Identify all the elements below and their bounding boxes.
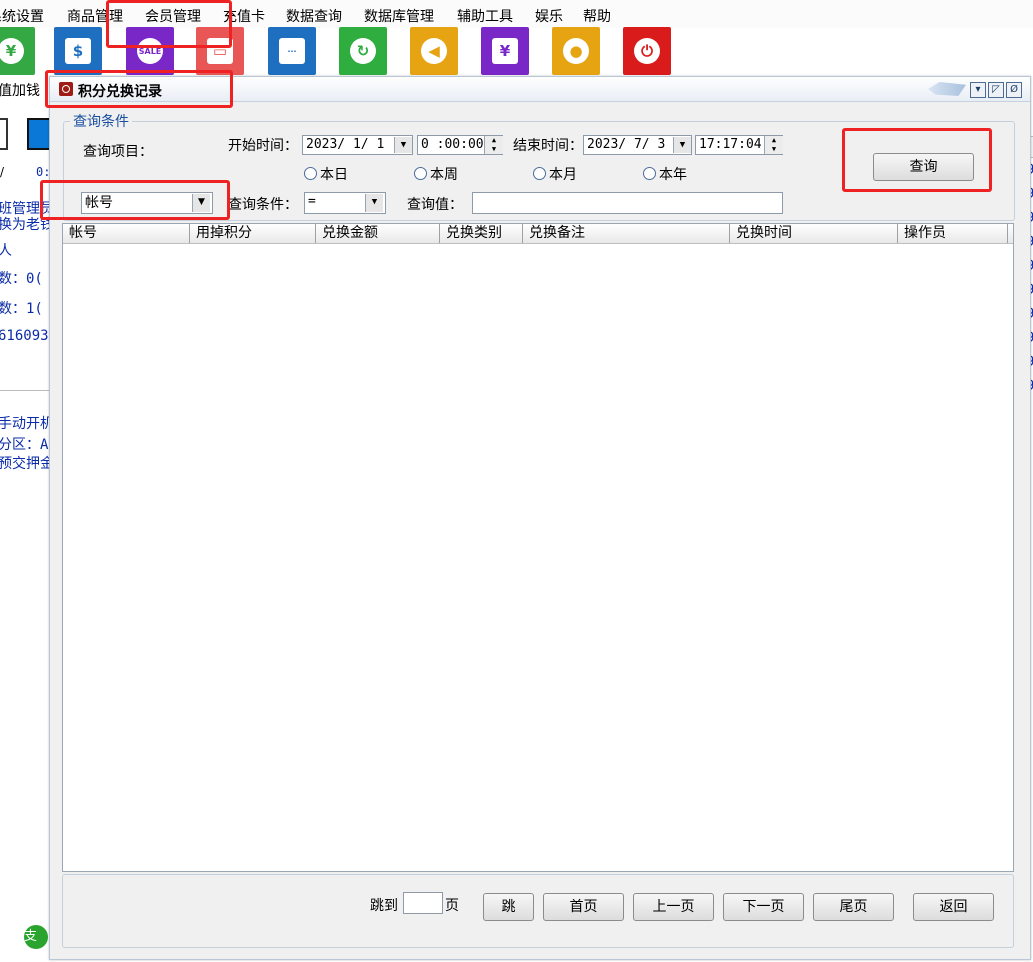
left-info-line: 预交押金 bbox=[0, 456, 54, 472]
left-col-marker: / bbox=[0, 165, 5, 179]
left-info-line: 人 bbox=[0, 243, 12, 259]
left-divider bbox=[0, 390, 49, 391]
pc-icon bbox=[0, 118, 8, 150]
query-conditions-legend: 查询条件 bbox=[73, 114, 129, 130]
end-time-spinner[interactable]: 17:17:04 ▲ ▼ bbox=[695, 135, 783, 155]
power-icon-glyph: ⏻ bbox=[634, 38, 660, 64]
menu-system-settings[interactable]: 系统设置 bbox=[0, 6, 44, 26]
exchange-records-table[interactable]: 帐号 用掉积分 兑换金额 兑换类别 兑换备注 兑换时间 操作员 bbox=[62, 223, 1014, 872]
start-date-picker[interactable]: 2023/ 1/ 1 ▼ bbox=[302, 135, 413, 155]
page-unit-label: 页 bbox=[445, 898, 459, 914]
chat-icon-glyph: ··· bbox=[279, 38, 305, 64]
refresh-icon[interactable]: ↻ bbox=[339, 27, 387, 75]
query-item-label: 查询项目： bbox=[83, 144, 153, 160]
next-page-button[interactable]: 下一页 bbox=[723, 893, 804, 921]
start-time-label: 开始时间： bbox=[228, 138, 298, 154]
left-label: 值加钱 bbox=[0, 83, 40, 99]
radio-today[interactable]: 本日 bbox=[304, 164, 348, 184]
radio-this-week[interactable]: 本周 bbox=[414, 164, 458, 184]
left-info-line: 手动开机 bbox=[0, 416, 54, 432]
refresh-icon-glyph: ↻ bbox=[350, 38, 376, 64]
menu-data-query[interactable]: 数据查询 bbox=[286, 6, 342, 26]
jump-to-label: 跳到 bbox=[370, 898, 398, 914]
end-time-spin-icon[interactable]: ▲ ▼ bbox=[764, 136, 783, 154]
last-page-button[interactable]: 尾页 bbox=[813, 893, 894, 921]
condition-label: 查询条件： bbox=[228, 197, 298, 213]
cash-icon[interactable]: $ bbox=[54, 27, 102, 75]
menu-help[interactable]: 帮助 bbox=[583, 6, 611, 26]
end-date-picker[interactable]: 2023/ 7/ 3 ▼ bbox=[583, 135, 692, 155]
column-header[interactable]: 兑换备注 bbox=[523, 224, 730, 243]
highlight-query-field bbox=[40, 180, 230, 220]
highlight-dialog-title bbox=[45, 70, 233, 108]
money-bag-icon[interactable]: ¥ bbox=[0, 27, 35, 75]
user-icon-glyph: ● bbox=[563, 38, 589, 64]
start-date-dropdown-icon[interactable]: ▼ bbox=[394, 137, 412, 153]
column-header[interactable]: 操作员 bbox=[898, 224, 1008, 243]
prev-page-button[interactable]: 上一页 bbox=[633, 893, 714, 921]
column-header[interactable]: 用掉积分 bbox=[190, 224, 316, 243]
start-time-spin-icon[interactable]: ▲ ▼ bbox=[484, 136, 503, 154]
left-info-line: 616093 bbox=[0, 328, 49, 344]
radio-this-year[interactable]: 本年 bbox=[643, 164, 687, 184]
first-page-button[interactable]: 首页 bbox=[543, 893, 624, 921]
column-header[interactable]: 兑换类别 bbox=[440, 224, 523, 243]
highlight-member-menu bbox=[106, 0, 232, 48]
close-icon[interactable]: Ø bbox=[1006, 82, 1022, 98]
speaker-icon-glyph: ◀ bbox=[421, 38, 447, 64]
start-time-spinner[interactable]: 0 :00:00 ▲ ▼ bbox=[417, 135, 503, 155]
yen-card-icon-glyph: ¥ bbox=[492, 38, 518, 64]
menu-entertainment[interactable]: 娱乐 bbox=[535, 6, 563, 26]
table-header: 帐号 用掉积分 兑换金额 兑换类别 兑换备注 兑换时间 操作员 bbox=[63, 224, 1013, 244]
end-time-label: 结束时间： bbox=[513, 138, 583, 154]
column-header[interactable]: 兑换金额 bbox=[316, 224, 440, 243]
cash-icon-glyph: $ bbox=[65, 38, 91, 64]
left-info-line: 数：0( bbox=[0, 271, 43, 287]
condition-dropdown-icon[interactable]: ▼ bbox=[365, 194, 383, 212]
chat-icon[interactable]: ··· bbox=[268, 27, 316, 75]
query-value-input[interactable] bbox=[472, 192, 783, 214]
user-icon[interactable]: ● bbox=[552, 27, 600, 75]
money-bag-icon-glyph: ¥ bbox=[0, 38, 24, 64]
highlight-query-button bbox=[842, 128, 992, 192]
title-decoration-icon bbox=[928, 82, 966, 96]
radio-this-month[interactable]: 本月 bbox=[533, 164, 577, 184]
back-button[interactable]: 返回 bbox=[913, 893, 994, 921]
yen-card-icon[interactable]: ¥ bbox=[481, 27, 529, 75]
left-info-line: 数：1( bbox=[0, 301, 43, 317]
jump-button[interactable]: 跳 bbox=[483, 893, 534, 921]
condition-select[interactable]: = ▼ bbox=[304, 192, 386, 214]
column-header[interactable]: 帐号 bbox=[63, 224, 190, 243]
power-icon[interactable]: ⏻ bbox=[623, 27, 671, 75]
minimize-icon[interactable]: ▾ bbox=[970, 82, 986, 98]
speaker-icon[interactable]: ◀ bbox=[410, 27, 458, 75]
page-number-input[interactable] bbox=[403, 892, 443, 914]
maximize-icon[interactable]: ◸ bbox=[988, 82, 1004, 98]
menu-database[interactable]: 数据库管理 bbox=[364, 6, 434, 26]
end-date-dropdown-icon[interactable]: ▼ bbox=[673, 137, 691, 153]
query-value-label: 查询值： bbox=[407, 197, 463, 213]
column-header[interactable]: 兑换时间 bbox=[730, 224, 898, 243]
pay-status-icon[interactable]: 支付 bbox=[24, 925, 48, 949]
left-info-line: 分区：A bbox=[0, 437, 49, 453]
menu-tools[interactable]: 辅助工具 bbox=[457, 6, 513, 26]
